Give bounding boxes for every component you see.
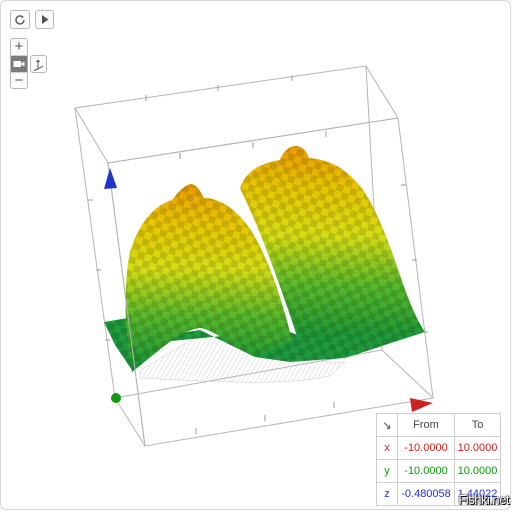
watermark: Fishki.net [458,492,509,507]
range-axis-label: z [376,482,398,506]
range-axis-label: x [376,436,398,460]
range-to-value[interactable]: 10.0000 [454,459,501,483]
range-row-y: y -10.0000 10.0000 [376,459,501,483]
range-from-value[interactable]: -10.0000 [396,459,456,483]
header-to: To [454,413,501,437]
z-axis-arrow-icon[interactable] [104,168,117,189]
range-from-value[interactable]: -10.0000 [396,436,456,460]
range-header-row: ↘ From To [376,413,501,437]
range-row-x: x -10.0000 10.0000 [376,436,501,460]
range-corner-icon: ↘ [376,413,398,437]
surface-plot [104,146,425,372]
y-axis-handle-icon[interactable] [111,393,121,403]
header-from: From [396,413,456,437]
range-from-value[interactable]: -0.480058 [396,482,456,506]
range-axis-label: y [376,459,398,483]
range-to-value[interactable]: 10.0000 [454,436,501,460]
